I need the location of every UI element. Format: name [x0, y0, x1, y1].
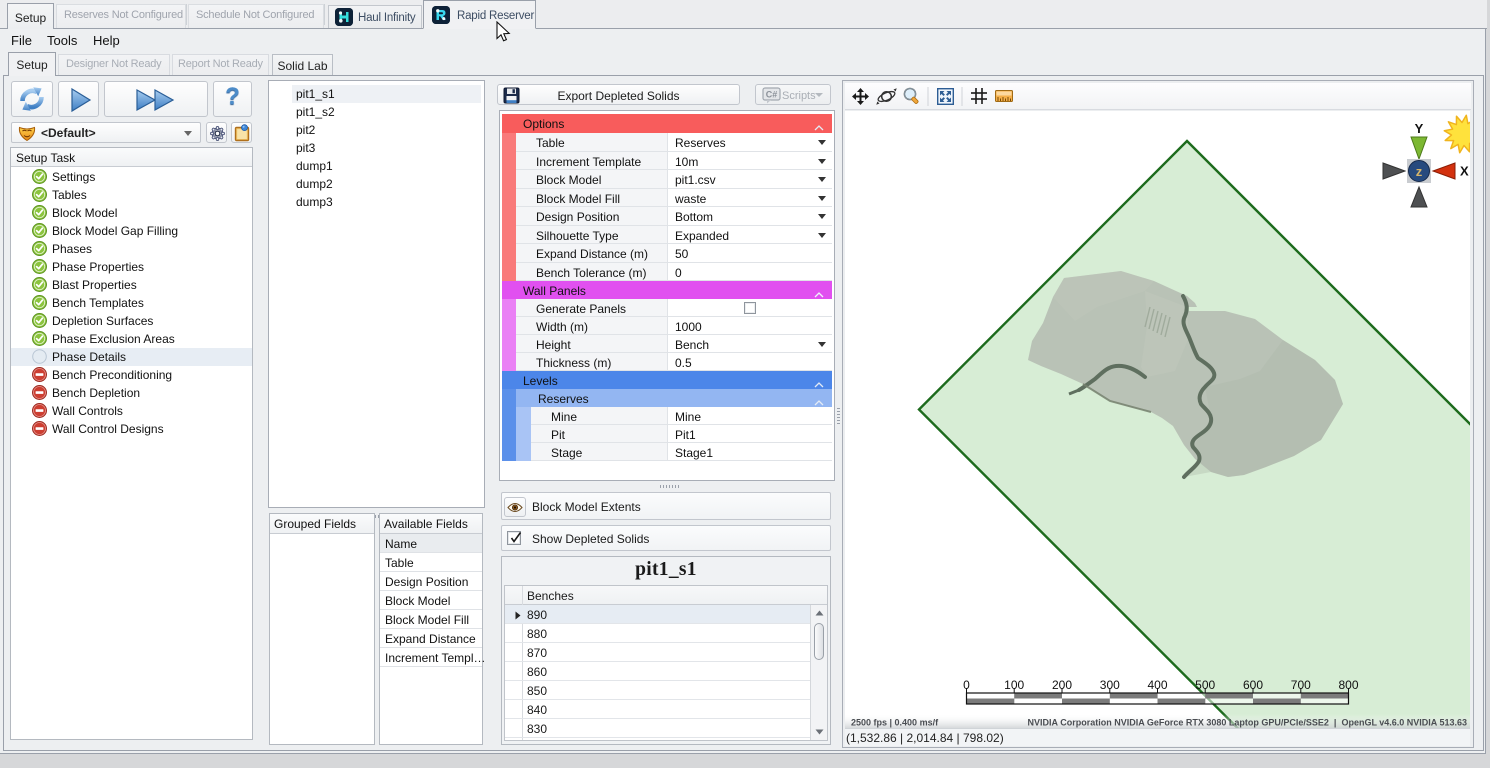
svg-text:NVIDIA Corporation NVIDIA GeFo: NVIDIA Corporation NVIDIA GeForce RTX 30…: [1028, 718, 1467, 728]
svg-text:0: 0: [963, 678, 970, 692]
svg-text:300: 300: [1100, 678, 1120, 692]
svg-text:400: 400: [1147, 678, 1167, 692]
svg-text:C#: C#: [766, 90, 778, 100]
svg-text:800: 800: [1338, 678, 1358, 692]
svg-text:700: 700: [1291, 678, 1311, 692]
svg-text:X: X: [1460, 164, 1469, 179]
svg-text:100: 100: [1004, 678, 1024, 692]
svg-text:2500 fps | 0.400 ms/f: 2500 fps | 0.400 ms/f: [851, 718, 939, 728]
svg-text:200: 200: [1052, 678, 1072, 692]
svg-text:500: 500: [1195, 678, 1215, 692]
svg-text:Y: Y: [1415, 121, 1424, 136]
svg-text:z: z: [1416, 164, 1423, 179]
svg-text:600: 600: [1243, 678, 1263, 692]
